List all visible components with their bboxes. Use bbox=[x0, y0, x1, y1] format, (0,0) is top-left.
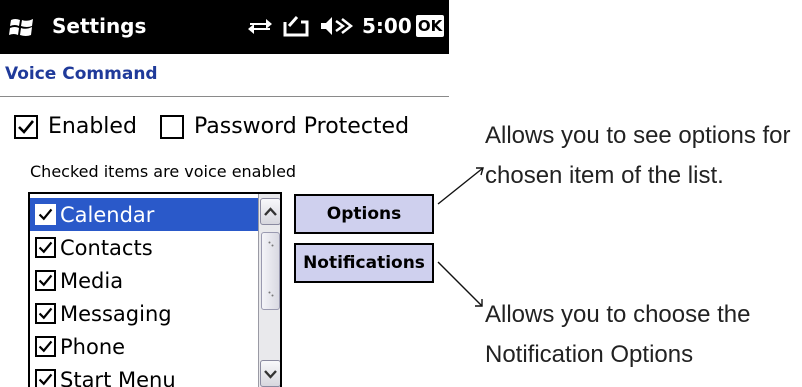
checkmark-icon bbox=[38, 274, 53, 287]
options-callout-arrow bbox=[437, 167, 484, 205]
notifications-callout: Allows you to choose the Notification Op… bbox=[485, 295, 802, 375]
calendar-checkbox[interactable] bbox=[35, 204, 56, 225]
list-item-contacts[interactable]: Contacts bbox=[30, 231, 258, 264]
list-item-media[interactable]: Media bbox=[30, 264, 258, 297]
windows-logo-icon[interactable] bbox=[9, 15, 35, 39]
contacts-checkbox[interactable] bbox=[35, 237, 56, 258]
password-protected-label: Password Protected bbox=[194, 114, 410, 139]
checkmark-icon bbox=[38, 340, 53, 353]
checkmark-icon bbox=[18, 119, 35, 134]
enabled-option[interactable]: Enabled bbox=[14, 114, 137, 139]
list-item-label: Messaging bbox=[60, 301, 172, 326]
ok-button[interactable]: OK bbox=[416, 15, 444, 37]
volume-icon[interactable] bbox=[319, 14, 353, 38]
checkmark-icon bbox=[38, 307, 53, 320]
scroll-thumb[interactable] bbox=[261, 232, 280, 310]
notifications-callout-arrow bbox=[437, 261, 483, 307]
title-bar: Settings 5:00 OK bbox=[0, 0, 449, 54]
password-protected-checkbox[interactable] bbox=[160, 114, 184, 139]
list-item-label: Media bbox=[60, 268, 124, 293]
list-item-label: Start Menu bbox=[60, 367, 176, 387]
battery-icon[interactable] bbox=[281, 14, 311, 38]
list-item-label: Calendar bbox=[60, 202, 155, 227]
start-menu-checkbox[interactable] bbox=[35, 369, 56, 387]
checkmark-icon bbox=[38, 373, 53, 386]
connectivity-icon[interactable] bbox=[246, 14, 274, 38]
voice-command-list[interactable]: Calendar Contacts Media Messaging Phone … bbox=[28, 192, 282, 387]
list-item-start-menu[interactable]: Start Menu bbox=[30, 363, 258, 387]
phone-checkbox[interactable] bbox=[35, 336, 56, 357]
notifications-callout-line1: Allows you to choose the bbox=[485, 301, 751, 328]
clock[interactable]: 5:00 bbox=[362, 14, 412, 38]
checkmark-icon bbox=[38, 241, 53, 254]
page-title: Voice Command bbox=[5, 64, 158, 84]
messaging-checkbox[interactable] bbox=[35, 303, 56, 324]
notifications-callout-line2: Notification Options bbox=[485, 341, 694, 368]
enabled-label: Enabled bbox=[48, 114, 137, 139]
list-item-messaging[interactable]: Messaging bbox=[30, 297, 258, 330]
chevron-down-icon bbox=[264, 370, 277, 379]
options-callout-line2: chosen item of the list. bbox=[485, 162, 724, 189]
scroll-up-button[interactable] bbox=[260, 198, 280, 225]
list-hint: Checked items are voice enabled bbox=[30, 162, 297, 181]
scroll-down-button[interactable] bbox=[260, 360, 280, 387]
divider bbox=[0, 96, 449, 97]
list-item-phone[interactable]: Phone bbox=[30, 330, 258, 363]
password-protected-option[interactable]: Password Protected bbox=[160, 114, 409, 139]
list-item-calendar[interactable]: Calendar bbox=[30, 198, 258, 231]
grip-icon bbox=[268, 291, 274, 297]
notifications-button[interactable]: Notifications bbox=[294, 243, 434, 283]
list-scrollbar[interactable] bbox=[258, 194, 280, 387]
list-item-label: Phone bbox=[60, 334, 126, 359]
chevron-up-icon bbox=[264, 207, 277, 216]
enabled-checkbox[interactable] bbox=[14, 114, 38, 139]
grip-icon bbox=[268, 241, 274, 247]
options-callout: Allows you to see options for chosen ite… bbox=[485, 116, 802, 196]
window-title: Settings bbox=[52, 14, 147, 38]
list-item-label: Contacts bbox=[60, 235, 153, 260]
options-button[interactable]: Options bbox=[294, 194, 434, 234]
options-callout-line1: Allows you to see options for bbox=[485, 122, 791, 149]
media-checkbox[interactable] bbox=[35, 270, 56, 291]
checkmark-icon bbox=[38, 208, 53, 221]
